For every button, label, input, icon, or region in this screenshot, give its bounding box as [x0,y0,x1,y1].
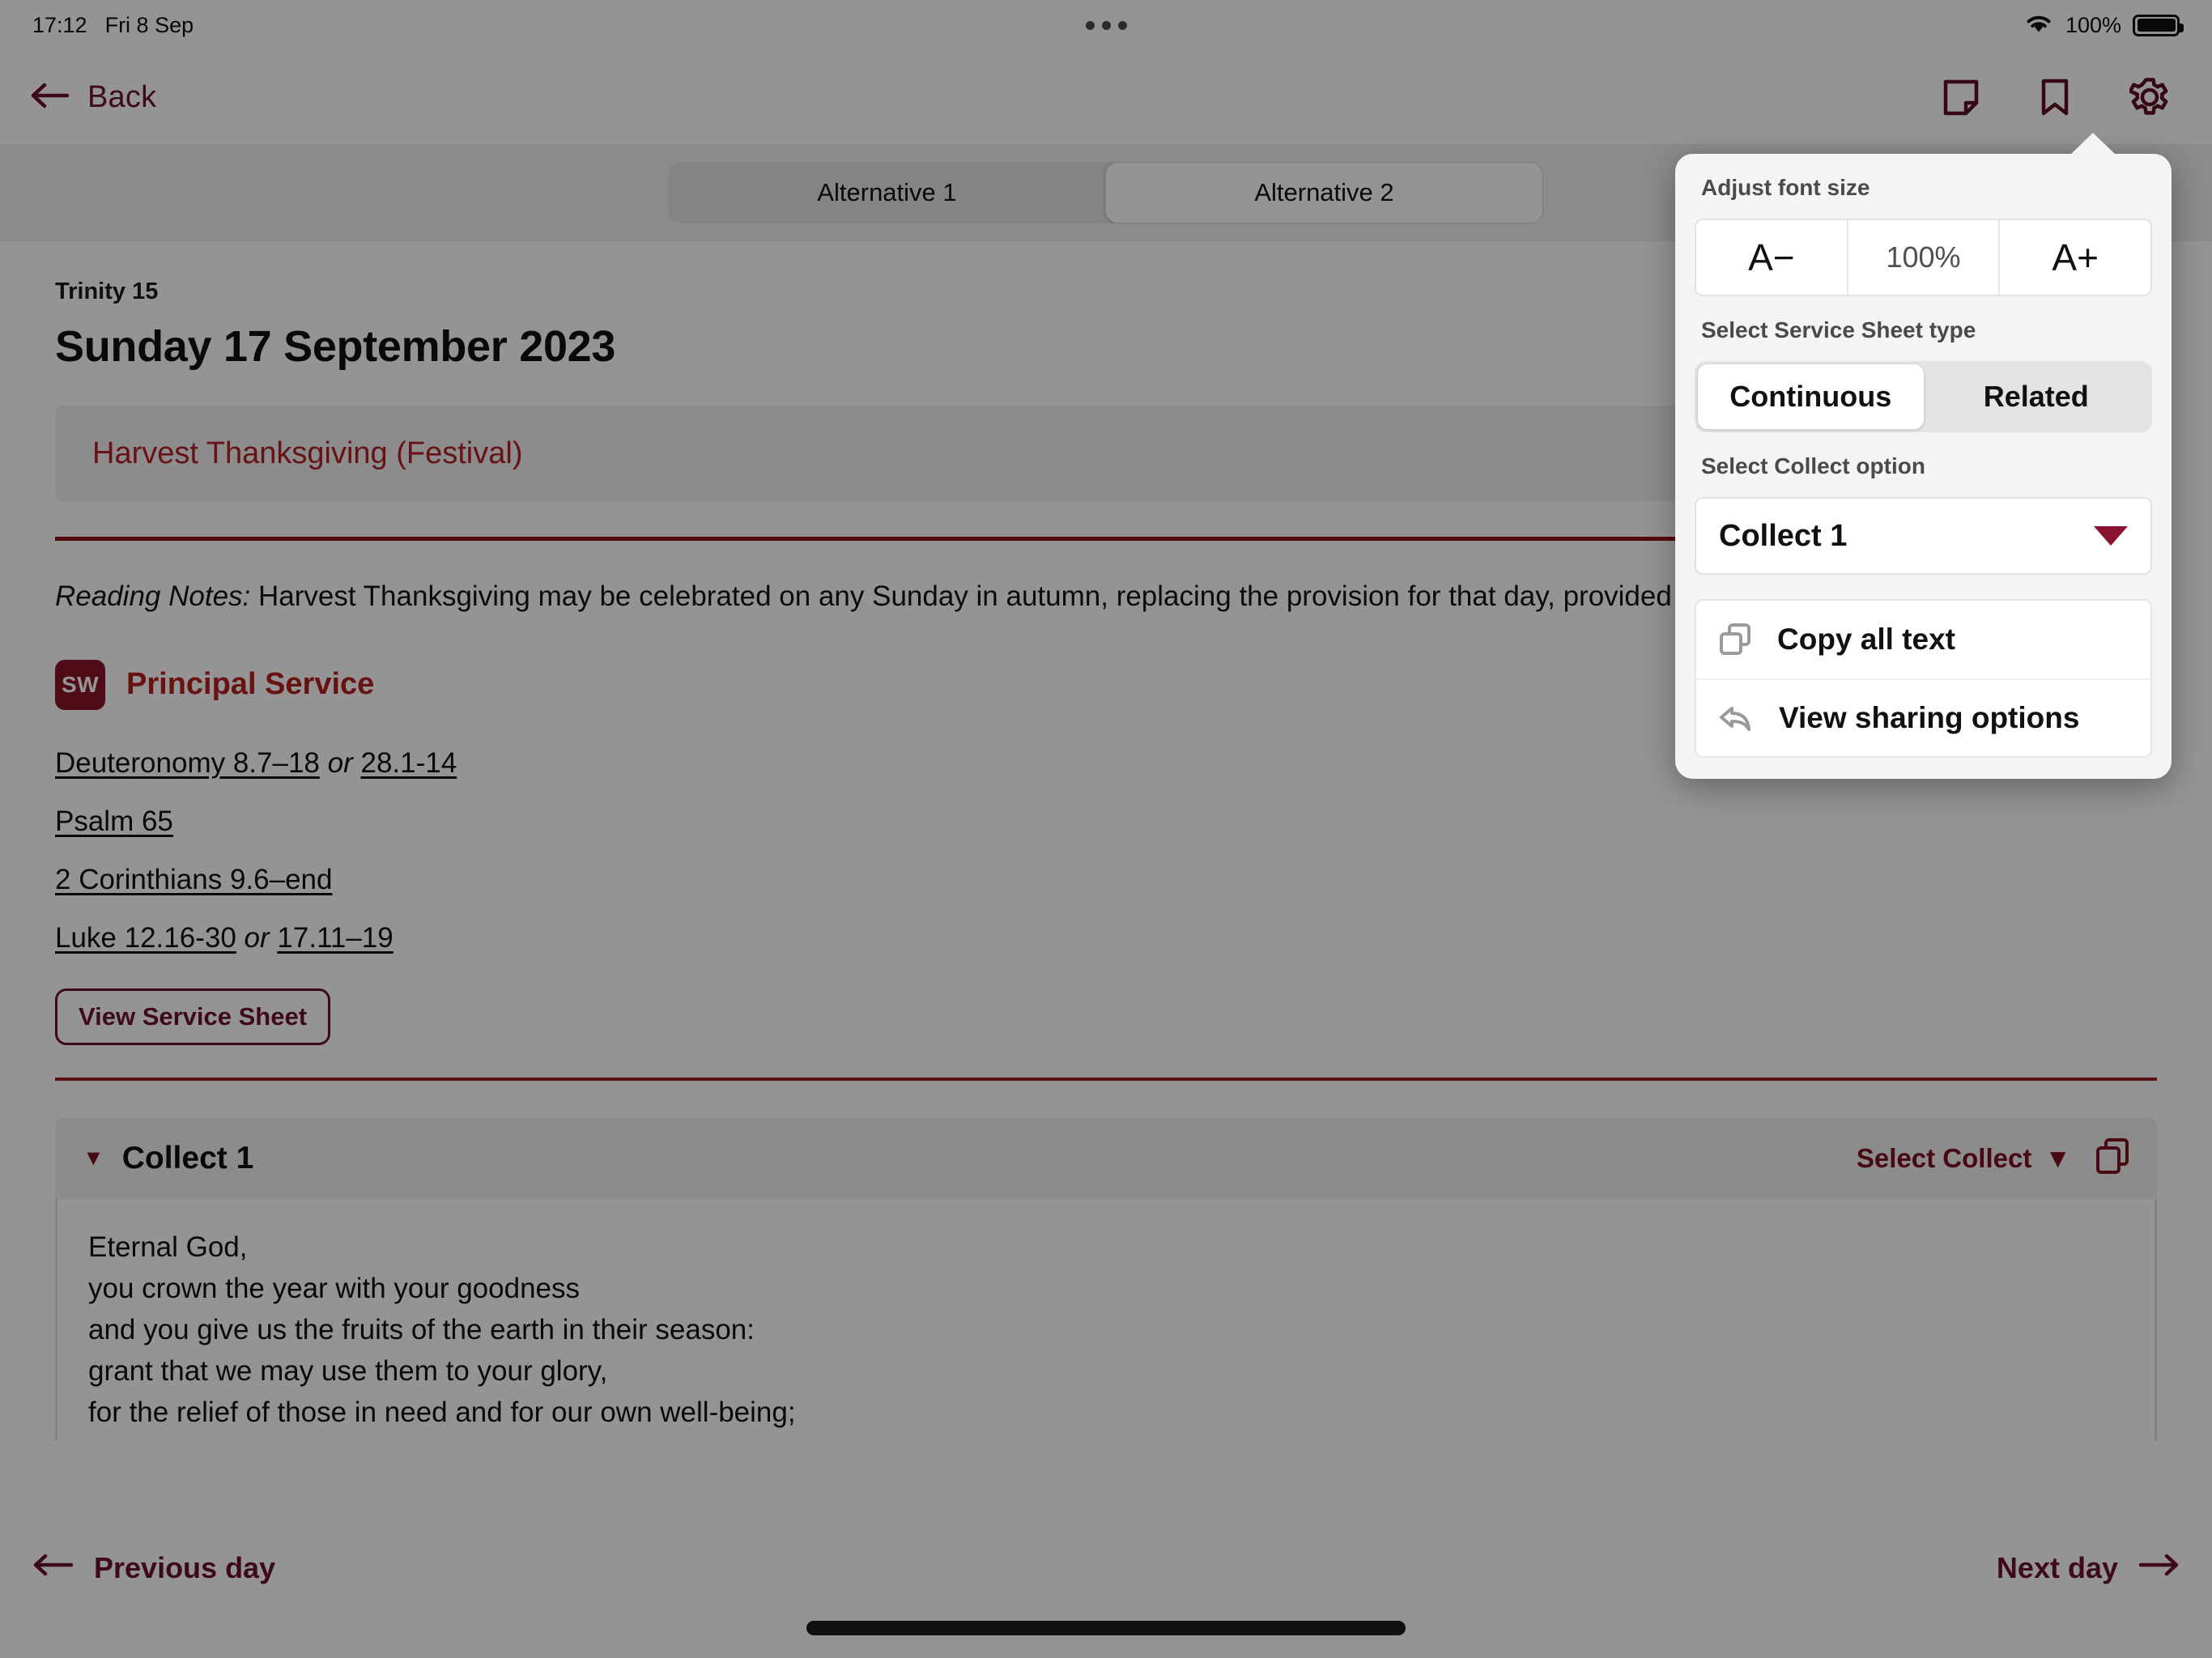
font-decrease-label: A− [1748,236,1795,278]
view-sharing-options-item[interactable]: View sharing options [1696,678,2150,756]
view-sharing-options-label: View sharing options [1779,701,2080,734]
reply-arrow-icon [1717,702,1755,734]
font-percent-label: 100% [1886,240,1961,274]
collect-option-label: Select Collect option [1701,453,1925,478]
popover-caret [2069,133,2116,155]
adjust-font-size-label: Adjust font size [1701,175,1870,200]
collect-option-select[interactable]: Collect 1 [1695,497,2152,575]
chevron-down-icon [2094,526,2128,546]
font-size-control: A− 100% A+ [1695,219,2152,296]
service-sheet-type-label: Select Service Sheet type [1701,317,1976,342]
copy-all-text-item[interactable]: Copy all text [1696,601,2150,678]
popover-menu: Copy all text View sharing options [1695,599,2152,758]
font-decrease-button[interactable]: A− [1696,220,1847,295]
sheet-type-related[interactable]: Related [1924,364,2150,429]
collect-option-value: Collect 1 [1719,518,1848,553]
copy-icon [1717,622,1753,657]
sheet-type-continuous[interactable]: Continuous [1698,364,1924,429]
service-sheet-type-control: Continuous Related [1695,361,2152,432]
font-increase-label: A+ [2052,236,2099,278]
font-percent-display[interactable]: 100% [1846,220,1999,295]
copy-all-text-label: Copy all text [1777,623,1955,656]
settings-popover: Adjust font size A− 100% A+ Select Servi… [1675,133,2172,779]
font-increase-button[interactable]: A+ [1998,220,2150,295]
